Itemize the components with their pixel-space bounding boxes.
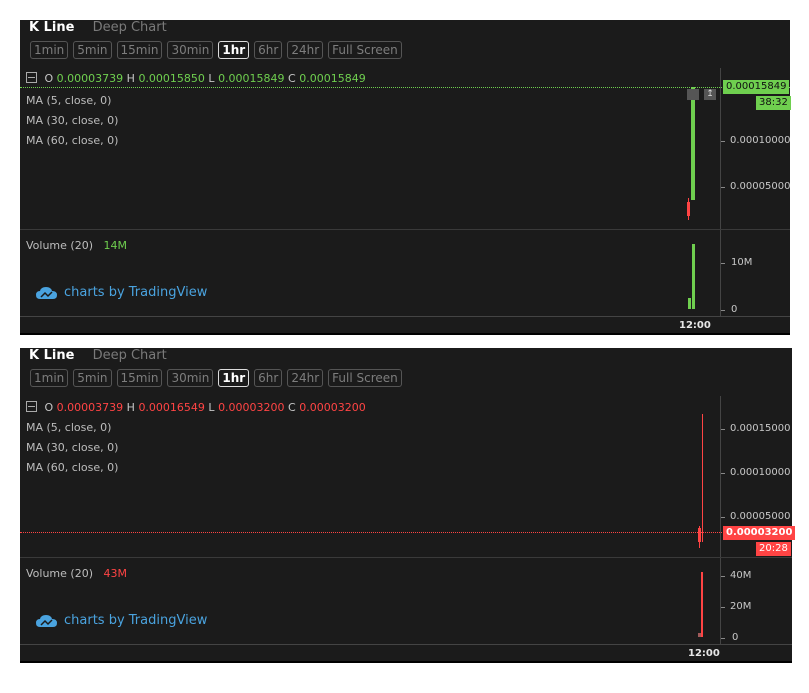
- timeframe-1min[interactable]: 1min: [30, 41, 69, 59]
- timeframe-1hr[interactable]: 1hr: [218, 41, 250, 59]
- tab-deep-chart[interactable]: Deep Chart: [93, 348, 167, 363]
- timeframe-1min[interactable]: 1min: [30, 369, 69, 387]
- candle-body-bullish: [691, 87, 695, 200]
- timeframe-1hr[interactable]: 1hr: [218, 369, 250, 387]
- volume-bar: [701, 572, 703, 637]
- last-price-tag: 0.00003200: [723, 526, 796, 540]
- tab-k-line[interactable]: K Line: [29, 348, 74, 363]
- ma-60-label: MA (60, close, 0): [26, 134, 119, 147]
- timeframe-30min[interactable]: 30min: [167, 41, 214, 59]
- arrow-up-icon: ↥: [704, 89, 716, 100]
- timeframe-24hr[interactable]: 24hr: [287, 369, 324, 387]
- chart-panel-bottom: K Line Deep Chart 1min 5min 15min 30min …: [20, 348, 796, 662]
- tab-deep-chart[interactable]: Deep Chart: [93, 20, 167, 35]
- volume-value: 14M: [103, 239, 128, 252]
- candle-wick-high: [702, 414, 703, 542]
- timeframe-bar: 1min 5min 15min 30min 1hr 6hr 24hr Full …: [30, 41, 402, 59]
- time-axis-label: 12:00: [679, 320, 711, 331]
- volume-tick: 20M: [730, 601, 752, 612]
- chart-tabs: K Line Deep Chart: [29, 20, 167, 38]
- price-pane[interactable]: [20, 396, 792, 558]
- ma-60-label: MA (60, close, 0): [26, 461, 119, 474]
- timeframe-5min[interactable]: 5min: [73, 41, 112, 59]
- price-tick: 0.00010000: [730, 135, 791, 146]
- ohlc-legend: O 0.00003739 H 0.00016549 L 0.00003200 C…: [26, 401, 366, 414]
- timeframe-30min[interactable]: 30min: [167, 369, 214, 387]
- full-screen-button[interactable]: Full Screen: [328, 369, 402, 387]
- volume-tick: 40M: [730, 570, 752, 581]
- tradingview-watermark[interactable]: charts by TradingView: [36, 285, 207, 300]
- timeframe-15min[interactable]: 15min: [116, 41, 163, 59]
- last-price-line: [20, 87, 790, 88]
- volume-tick: 10M: [731, 257, 753, 268]
- time-axis-label: 12:00: [688, 648, 720, 659]
- timeframe-bar: 1min 5min 15min 30min 1hr 6hr 24hr Full …: [30, 369, 402, 387]
- price-tick: 0.00005000: [730, 511, 791, 522]
- ma-5-label: MA (5, close, 0): [26, 94, 112, 107]
- ohlc-legend: O 0.00003739 H 0.00015850 L 0.00015849 C…: [26, 72, 366, 85]
- tab-k-line[interactable]: K Line: [29, 20, 74, 35]
- timeframe-6hr[interactable]: 6hr: [254, 369, 283, 387]
- ma-30-label: MA (30, close, 0): [26, 441, 119, 454]
- price-tick: 0.00005000: [730, 181, 791, 192]
- timeframe-6hr[interactable]: 6hr: [254, 41, 283, 59]
- candle-body-bearish: [687, 202, 690, 216]
- timeframe-24hr[interactable]: 24hr: [287, 41, 324, 59]
- chart-tabs: K Line Deep Chart: [29, 348, 167, 366]
- collapse-legend-icon[interactable]: [26, 72, 37, 83]
- chart-marker-icon: [687, 89, 699, 100]
- timeframe-15min[interactable]: 15min: [116, 369, 163, 387]
- tradingview-watermark[interactable]: charts by TradingView: [36, 613, 207, 628]
- chart-panel-top: K Line Deep Chart 1min 5min 15min 30min …: [20, 20, 791, 334]
- last-price-tag: 0.00015849: [723, 80, 790, 94]
- ma-30-label: MA (30, close, 0): [26, 114, 119, 127]
- cloud-icon: [36, 614, 57, 627]
- volume-bar: [688, 298, 691, 309]
- price-tick: 0.00015000: [730, 423, 791, 434]
- volume-tick: 0: [732, 632, 739, 643]
- volume-legend: Volume (20) 14M: [26, 239, 127, 252]
- price-pane[interactable]: [20, 68, 790, 230]
- price-tick: 0.00010000: [730, 467, 791, 478]
- collapse-legend-icon[interactable]: [26, 401, 37, 412]
- cloud-icon: [36, 286, 57, 299]
- candle-body-bearish: [698, 528, 701, 542]
- countdown-timer: 38:32: [756, 96, 791, 110]
- ma-5-label: MA (5, close, 0): [26, 421, 112, 434]
- timeframe-5min[interactable]: 5min: [73, 369, 112, 387]
- volume-tick: 0: [731, 304, 738, 315]
- volume-bar: [692, 244, 695, 309]
- volume-value: 43M: [103, 567, 128, 580]
- full-screen-button[interactable]: Full Screen: [328, 41, 402, 59]
- volume-legend: Volume (20) 43M: [26, 567, 127, 580]
- last-price-line: [20, 532, 792, 533]
- countdown-timer: 20:28: [756, 542, 791, 556]
